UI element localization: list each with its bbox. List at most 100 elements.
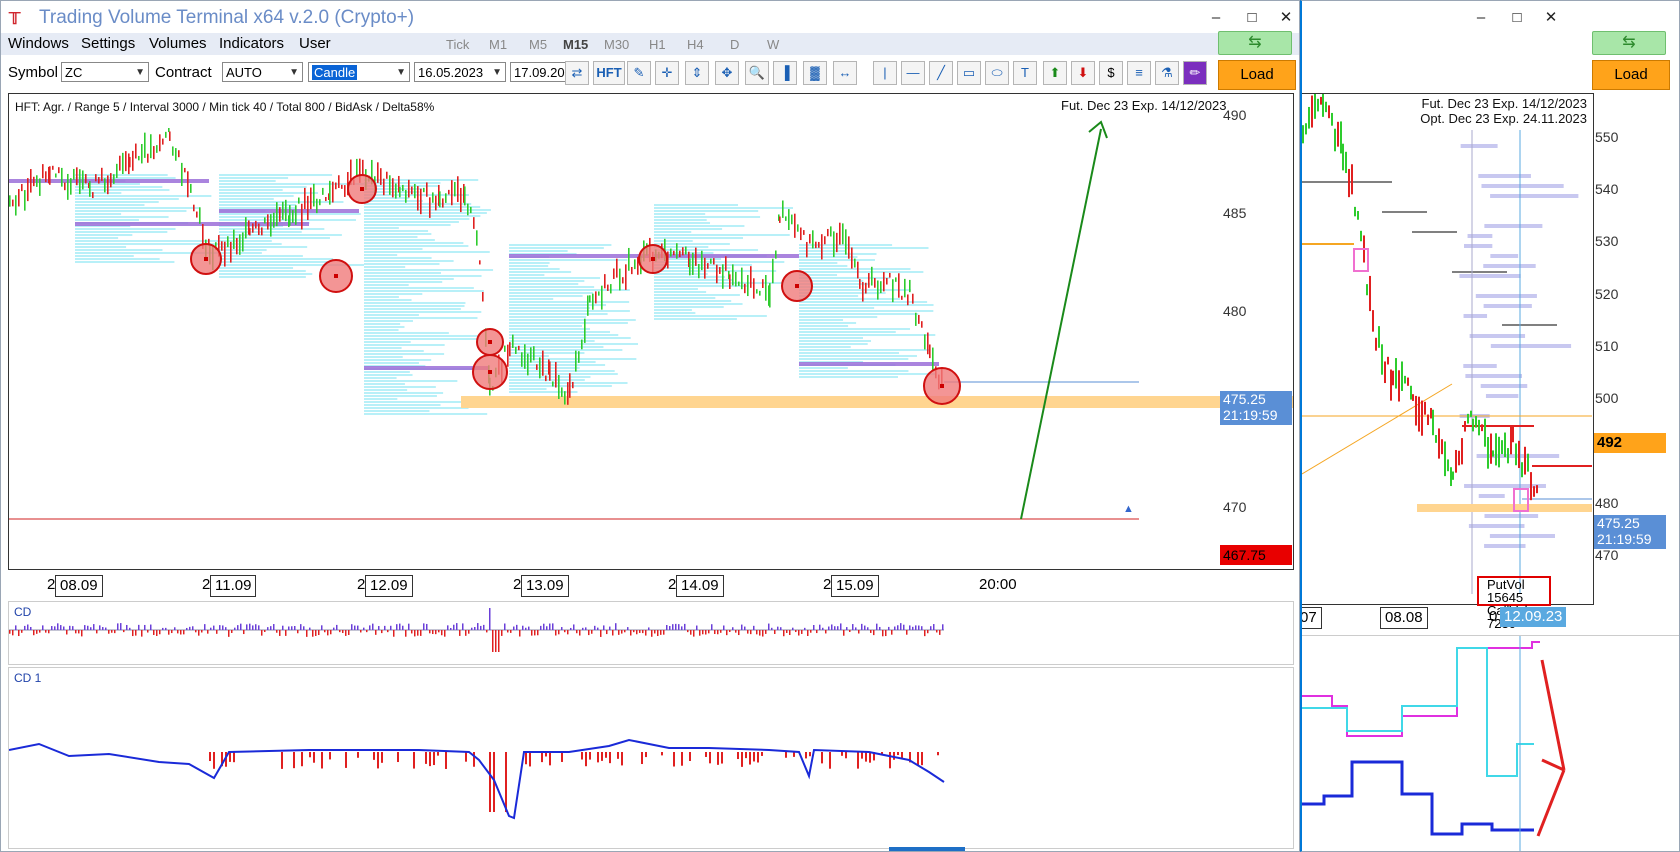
signal-dot bbox=[940, 384, 944, 388]
tf-d[interactable]: D bbox=[730, 37, 739, 52]
crosshair-icon[interactable]: ✛ bbox=[655, 61, 679, 85]
options-price-chart[interactable]: Fut. Dec 23 Exp. 14/12/2023 Opt. Dec 23 … bbox=[1302, 93, 1594, 630]
zoom-icon[interactable]: 🔍 bbox=[745, 61, 769, 85]
bars-icon[interactable]: ▐ bbox=[773, 61, 797, 85]
support-zone bbox=[1417, 504, 1592, 512]
maximize-button[interactable]: □ bbox=[1504, 7, 1530, 29]
symbol-select[interactable]: ZC ▼ bbox=[61, 62, 149, 82]
candle bbox=[716, 264, 718, 284]
hft-button[interactable]: HFT bbox=[593, 61, 625, 85]
width-icon[interactable]: ↔ bbox=[833, 61, 857, 85]
main-price-chart[interactable]: ▲ HFT: Agr. / Range 5 / Interval 3000 / … bbox=[8, 93, 1294, 570]
close-button[interactable]: ✕ bbox=[1273, 7, 1299, 29]
candle bbox=[380, 168, 382, 185]
tf-m15[interactable]: M15 bbox=[563, 37, 588, 52]
paint-icon[interactable]: ⚗ bbox=[1155, 61, 1179, 85]
close-button[interactable]: ✕ bbox=[1538, 7, 1564, 29]
minimize-button[interactable]: – bbox=[1468, 7, 1494, 29]
cd-bar bbox=[714, 630, 716, 634]
candle bbox=[101, 167, 103, 181]
menu-settings[interactable]: Settings bbox=[81, 35, 135, 52]
volume-profile-bar bbox=[509, 289, 630, 291]
main-chart-canvas[interactable]: ▲ bbox=[9, 94, 1293, 569]
vertical-line-icon[interactable]: | bbox=[873, 61, 897, 85]
candle bbox=[604, 274, 606, 289]
menu-indicators[interactable]: Indicators bbox=[219, 35, 284, 52]
volume-profile-bar bbox=[364, 293, 423, 295]
tf-m1[interactable]: M1 bbox=[489, 37, 507, 52]
menu-windows[interactable]: Windows bbox=[8, 35, 69, 52]
trend-line-icon[interactable]: ╱ bbox=[929, 61, 953, 85]
volume-profile-bar bbox=[799, 259, 875, 261]
candle bbox=[322, 187, 324, 195]
arrow-down-icon[interactable]: ⬇ bbox=[1071, 61, 1095, 85]
candle bbox=[12, 199, 14, 207]
candle bbox=[607, 284, 609, 291]
cd-bar bbox=[45, 630, 47, 633]
contract-select[interactable]: AUTO ▼ bbox=[222, 62, 303, 82]
pen-icon[interactable]: ✎ bbox=[627, 61, 651, 85]
fib-icon[interactable]: ≡ bbox=[1127, 61, 1151, 85]
cd-bar bbox=[213, 625, 215, 630]
ellipse-icon[interactable]: ⬭ bbox=[985, 61, 1009, 85]
sync-button[interactable]: ⇆ bbox=[1218, 31, 1292, 55]
horizontal-scrollbar[interactable] bbox=[889, 847, 965, 851]
cd1-bar bbox=[829, 752, 831, 769]
load-button[interactable]: Load bbox=[1592, 60, 1670, 90]
chart-type-select[interactable]: Candle ▼ bbox=[308, 62, 410, 82]
cd-bar bbox=[864, 625, 866, 630]
candle bbox=[827, 228, 829, 237]
candle bbox=[775, 250, 777, 259]
sync-button[interactable]: ⇆ bbox=[1592, 31, 1666, 55]
cd-bar bbox=[696, 625, 698, 630]
candle bbox=[98, 177, 100, 184]
horizontal-line-icon[interactable]: — bbox=[901, 61, 925, 85]
arrows-icon[interactable]: ⇄ bbox=[565, 61, 589, 85]
volume-profile-bar bbox=[364, 215, 481, 217]
options-volume-panel[interactable] bbox=[1302, 635, 1679, 851]
load-button[interactable]: Load bbox=[1218, 60, 1296, 90]
rectangle-icon[interactable]: ▭ bbox=[957, 61, 981, 85]
date-from-field[interactable]: 16.05.2023 ▼ bbox=[414, 62, 506, 82]
date-to-field[interactable]: 17.09.20 bbox=[510, 62, 566, 82]
text-icon[interactable]: T bbox=[1013, 61, 1037, 85]
minimize-button[interactable]: – bbox=[1203, 7, 1229, 29]
candle bbox=[782, 200, 784, 218]
tf-m30[interactable]: M30 bbox=[604, 37, 629, 52]
maximize-button[interactable]: □ bbox=[1239, 7, 1265, 29]
candle bbox=[1512, 425, 1514, 443]
menu-user[interactable]: User bbox=[299, 35, 331, 52]
poc-line bbox=[364, 366, 489, 370]
options-chart-canvas[interactable] bbox=[1302, 94, 1592, 604]
brush-icon[interactable]: ✏ bbox=[1183, 61, 1207, 85]
vertical-scale-icon[interactable]: ⇕ bbox=[685, 61, 709, 85]
cd1-bar bbox=[293, 752, 295, 769]
move-icon[interactable]: ✥ bbox=[715, 61, 739, 85]
candle bbox=[307, 195, 309, 221]
option-volume-bar bbox=[1468, 524, 1525, 528]
candle bbox=[1435, 434, 1437, 443]
cd1-indicator-panel[interactable]: CD 1 bbox=[8, 667, 1294, 849]
candle bbox=[1334, 128, 1336, 152]
cd-bar bbox=[357, 625, 359, 630]
tf-h1[interactable]: H1 bbox=[649, 37, 666, 52]
candle bbox=[64, 182, 66, 191]
candle bbox=[454, 181, 456, 197]
tf-tick[interactable]: Tick bbox=[446, 37, 469, 52]
bars-d-icon[interactable]: ▓ bbox=[803, 61, 827, 85]
tf-h4[interactable]: H4 bbox=[687, 37, 704, 52]
candle bbox=[1320, 96, 1322, 105]
tf-m5[interactable]: M5 bbox=[529, 37, 547, 52]
menu-volumes[interactable]: Volumes bbox=[149, 35, 207, 52]
cd1-bar bbox=[541, 752, 543, 763]
arrow-up-icon[interactable]: ⬆ bbox=[1043, 61, 1067, 85]
tf-w[interactable]: W bbox=[767, 37, 779, 52]
cd1-canvas bbox=[9, 738, 945, 820]
cd-indicator-panel[interactable]: CD bbox=[8, 601, 1294, 665]
dollar-icon[interactable]: $ bbox=[1099, 61, 1123, 85]
candle bbox=[33, 176, 35, 187]
cd-bar bbox=[852, 624, 854, 630]
cd-bar bbox=[168, 630, 170, 635]
candle bbox=[901, 295, 903, 300]
volume-profile-bar bbox=[509, 307, 591, 309]
